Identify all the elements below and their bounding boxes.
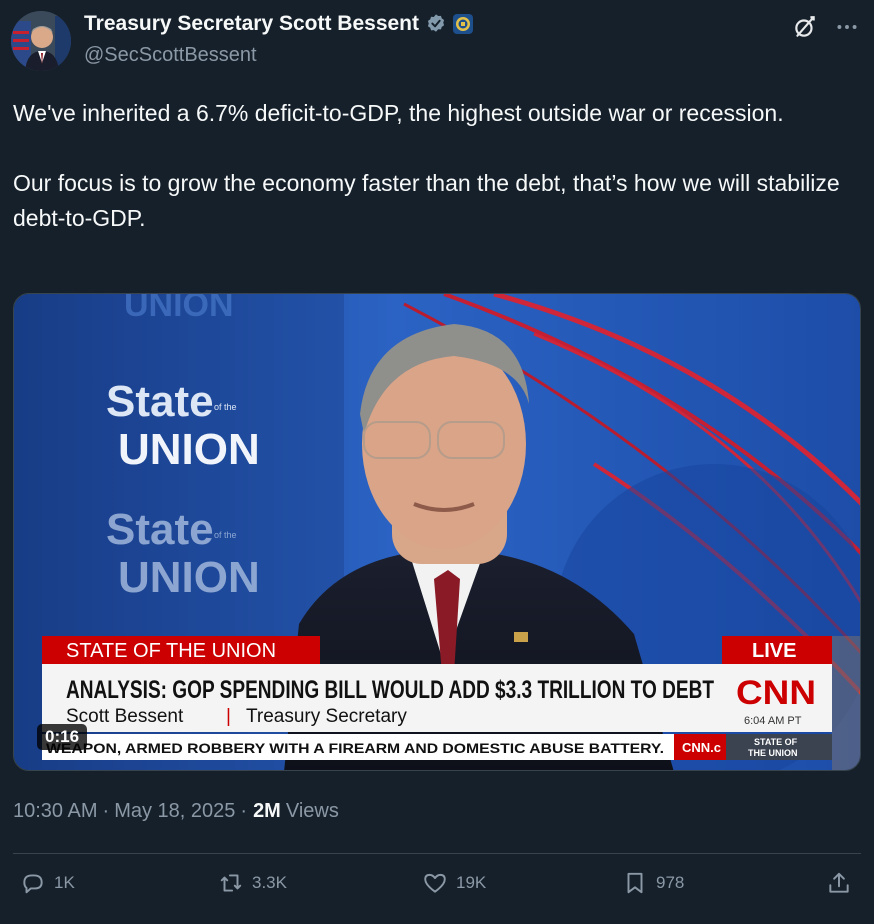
ticker-logo: CNN.c [682,740,721,755]
cnn-logo: CNN [736,674,816,712]
reply-count: 1K [54,873,75,892]
bg-logo-union-2: UNION [118,553,260,602]
show-label: STATE OF THE UNION [66,640,276,662]
views-label: Views [285,800,339,822]
bg-logo-state-2: State [106,505,214,554]
bg-logo-state: State [106,377,214,426]
reply-button[interactable]: 1K [20,870,75,896]
heart-icon [424,873,446,893]
tweet-paragraph: We've inherited a 6.7% deficit-to-GDP, t… [13,100,784,126]
bg-logo-ofthe-2: of the [214,530,237,540]
like-count: 19K [456,873,487,892]
bg-watermark-text: UNION [124,294,234,324]
tweet-time[interactable]: 10:30 AM [13,800,98,823]
headline-text: ANALYSIS: GOP SPENDING BILL WOULD ADD $3… [66,676,714,704]
bookmark-button[interactable]: 978 [622,870,684,896]
tweet-text: We've inherited a 6.7% deficit-to-GDP, t… [13,96,863,236]
share-icon [829,872,849,893]
author-display-name[interactable]: Treasury Secretary Scott Bessent [84,12,419,36]
bookmark-count: 978 [656,873,685,892]
ticker-text: WEAPON, ARMED ROBBERY WITH A FIREARM AND… [46,740,664,756]
live-label: LIVE [752,640,796,662]
guest-title: Treasury Secretary [246,706,407,727]
ticker-show-line2: THE UNION [748,748,798,758]
views-count[interactable]: 2M [253,800,281,823]
divider [13,853,861,854]
tweet-meta: 10:30 AM · May 18, 2025 · 2M Views [13,800,339,823]
meta-separator: · [102,800,110,822]
broadcast-time: 6:04 AM PT [744,715,802,727]
verified-badge-icon [427,14,445,32]
grok-icon[interactable] [792,14,818,40]
repost-icon [220,874,242,892]
video-player[interactable]: UNION State of the UNION State of the UN… [13,293,861,771]
tweet-paragraph: Our focus is to grow the economy faster … [13,170,847,231]
repost-button[interactable]: 3.3K [218,870,287,896]
tweet-date[interactable]: May 18, 2025 [114,800,235,823]
meta-separator: · [240,800,248,822]
bg-logo-ofthe: of the [214,402,237,412]
author-name-row: Treasury Secretary Scott Bessent [84,12,474,36]
more-options-icon[interactable] [834,14,860,40]
repost-count: 3.3K [252,873,287,892]
tweet-actions: 1K 3.3K 19K 978 [0,870,874,910]
ticker-show-line1: STATE OF [754,737,798,747]
reply-icon [23,874,43,894]
avatar[interactable] [11,11,71,71]
video-duration: 0:16 [37,724,88,750]
author-handle[interactable]: @SecScottBessent [84,44,257,67]
bookmark-icon [627,872,643,894]
treasury-seal-icon [453,14,474,34]
bg-logo-union: UNION [118,425,260,474]
share-button[interactable] [826,870,852,896]
guest-separator: | [226,706,231,727]
like-button[interactable]: 19K [422,870,486,896]
